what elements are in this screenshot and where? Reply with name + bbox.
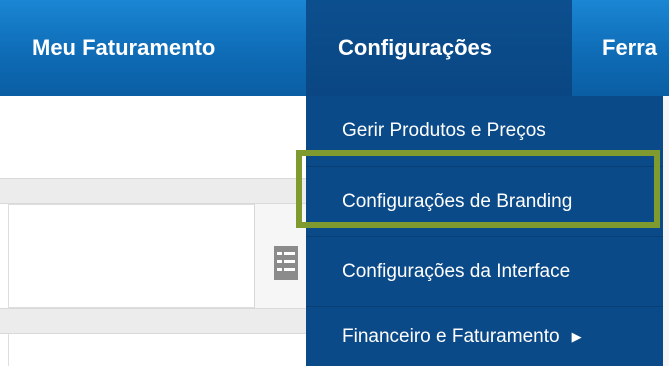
menu-item-interface[interactable]: Configurações da Interface (306, 236, 663, 306)
content-panel (8, 334, 306, 366)
page-edge (663, 96, 669, 366)
menu-item-financeiro[interactable]: Financeiro e Faturamento ▶ (306, 306, 663, 366)
menu-item-label: Financeiro e Faturamento (342, 325, 560, 347)
checklist-icon[interactable] (272, 244, 300, 282)
content-panel (0, 96, 306, 178)
section-band (0, 308, 306, 334)
configuracoes-dropdown-menu: Gerir Produtos e Preços Configurações de… (306, 96, 663, 366)
section-band (0, 178, 306, 204)
menu-item-branding[interactable]: Configurações de Branding (306, 166, 663, 236)
nav-ferramentas[interactable]: Ferra (572, 0, 669, 96)
menu-item-label: Configurações de Branding (342, 190, 573, 212)
menu-item-gerir-produtos[interactable]: Gerir Produtos e Preços (306, 96, 663, 166)
caret-right-icon: ▶ (571, 329, 582, 344)
nav-label: Meu Faturamento (32, 35, 216, 60)
top-navbar: Meu Faturamento Configurações Ferra (0, 0, 669, 96)
nav-meu-faturamento[interactable]: Meu Faturamento (0, 0, 306, 96)
nav-label: Configurações (338, 35, 493, 60)
cell-divider (254, 204, 255, 308)
menu-item-label: Configurações da Interface (342, 260, 571, 282)
nav-configuracoes[interactable]: Configurações (306, 0, 572, 96)
page-content (0, 96, 306, 366)
menu-item-label: Gerir Produtos e Preços (342, 120, 546, 141)
nav-label: Ferra (602, 35, 658, 60)
